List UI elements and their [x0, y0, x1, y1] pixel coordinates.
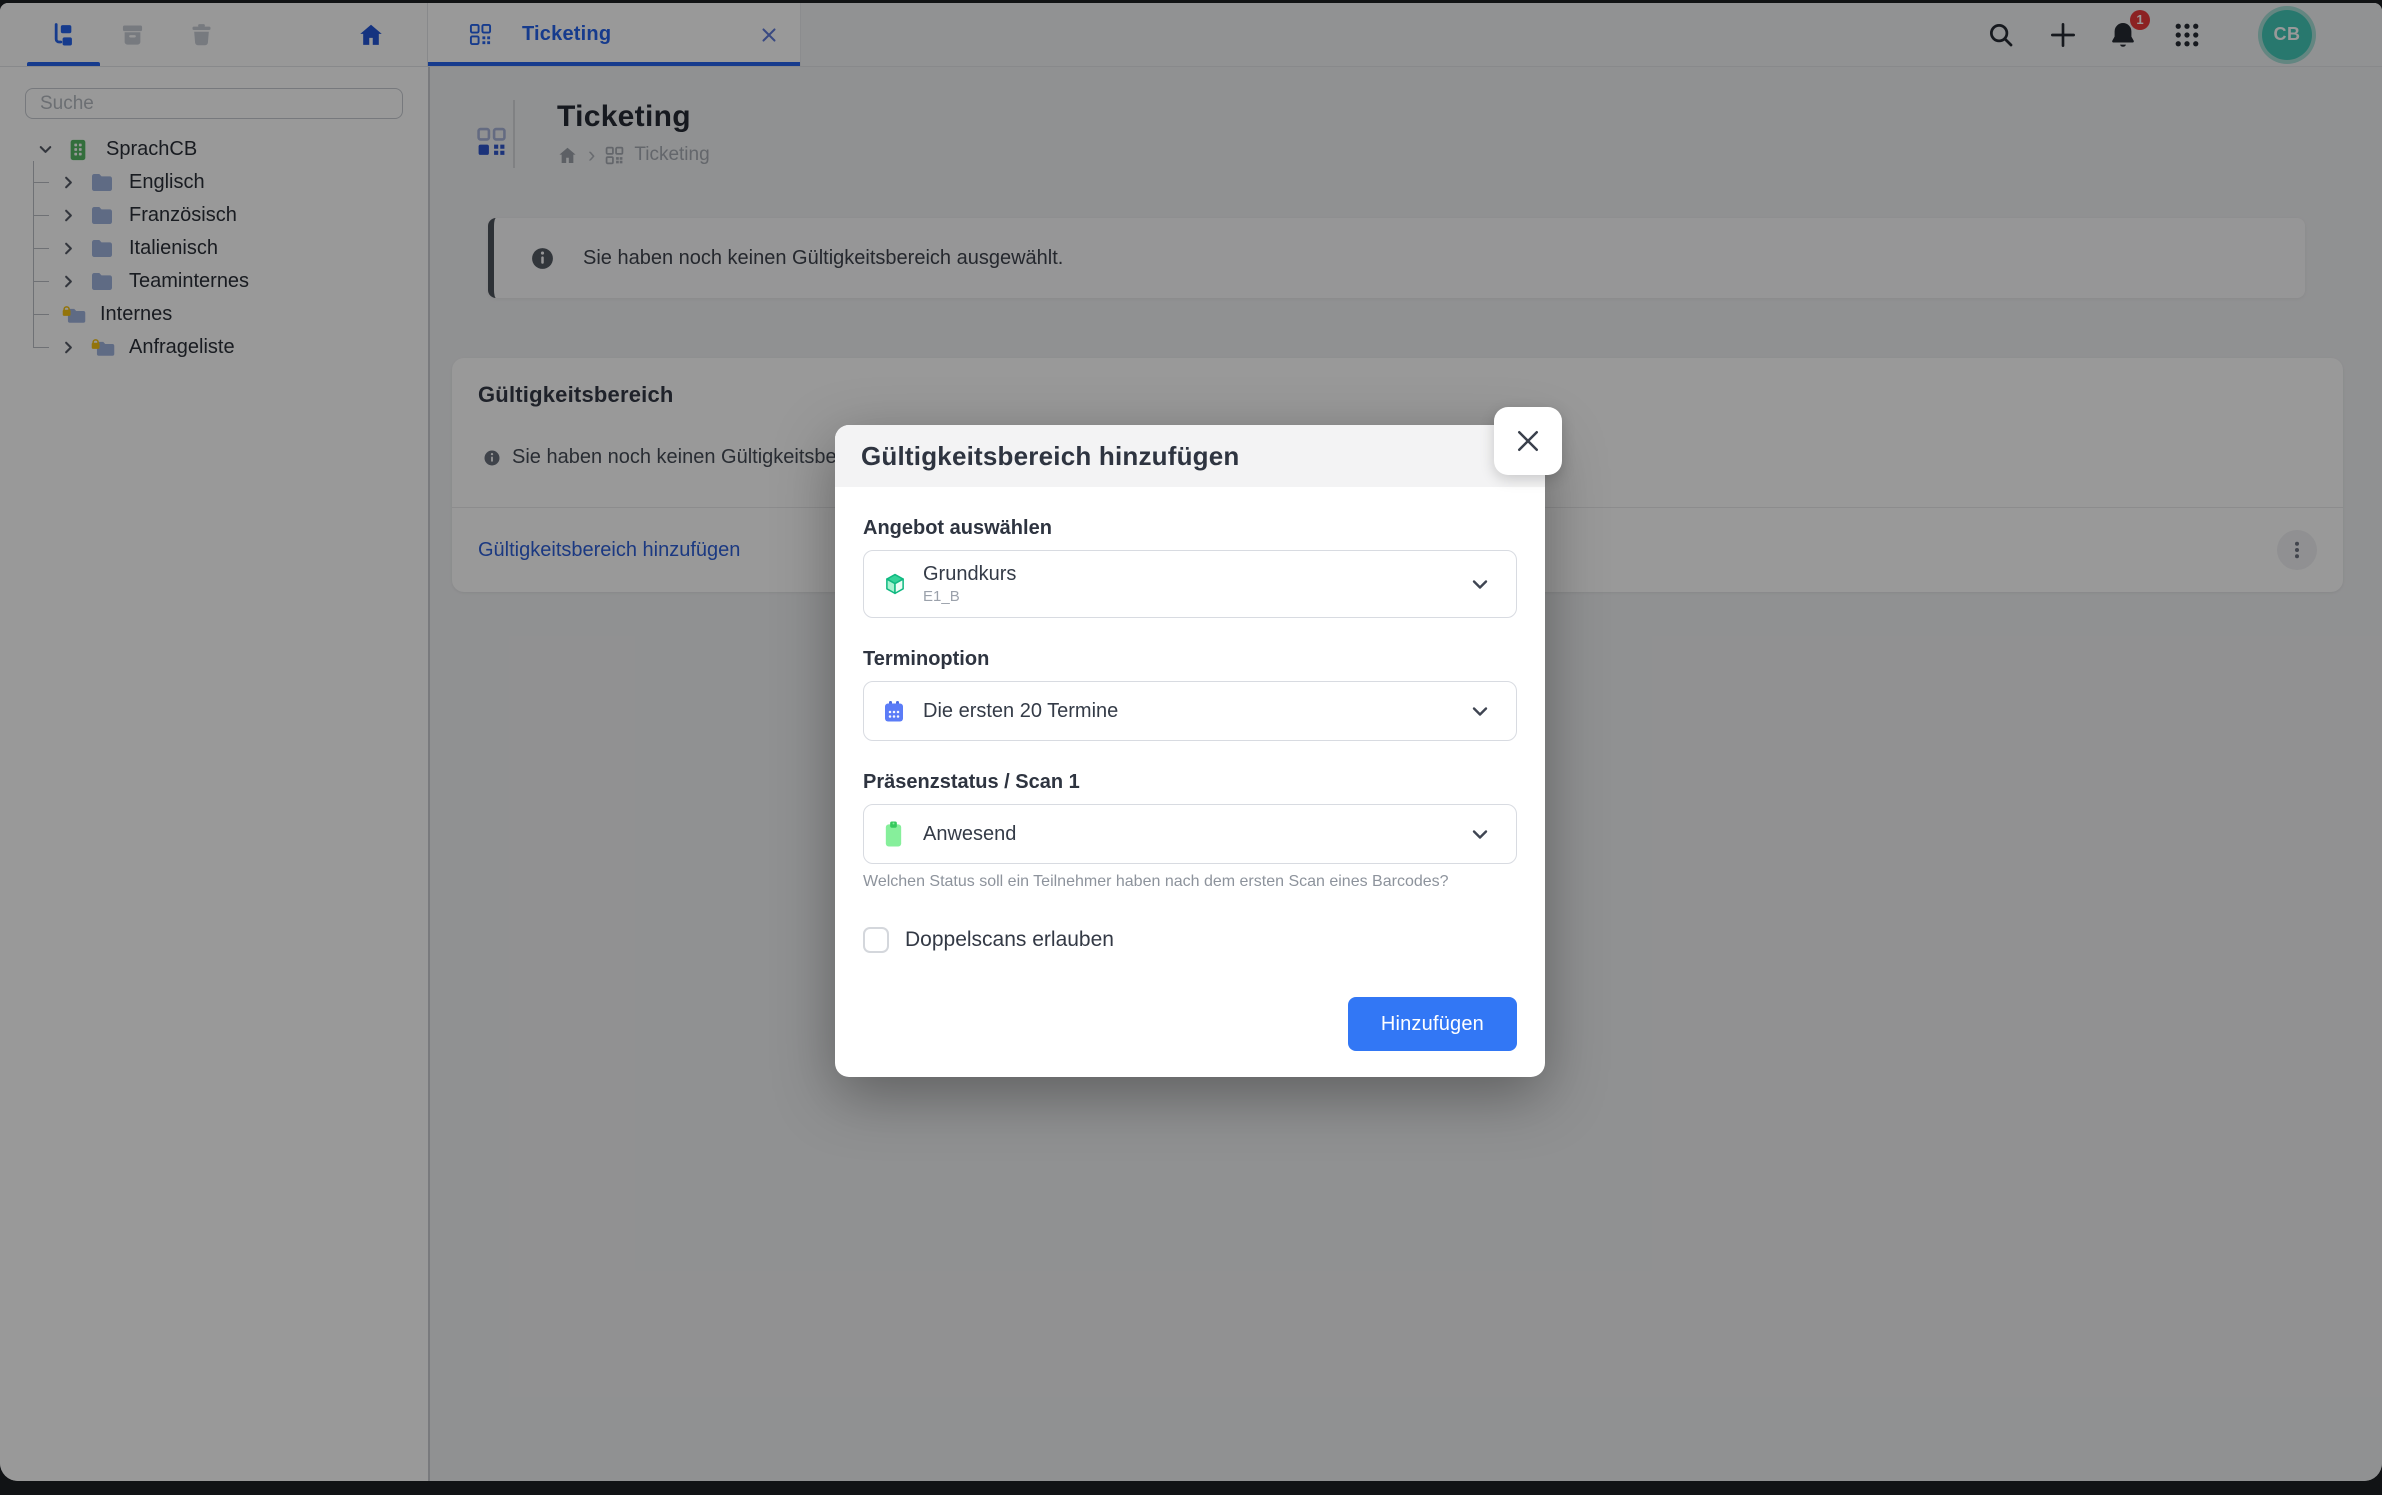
checkbox-label: Doppelscans erlauben: [905, 928, 1114, 952]
modal-close-button[interactable]: [1494, 407, 1562, 475]
package-cube-icon: [882, 571, 908, 598]
offer-select-value: Grundkurs: [923, 563, 1016, 586]
field-label-date-option: Terminoption: [863, 648, 1517, 671]
modal-title: Gültigkeitsbereich hinzufügen: [861, 441, 1240, 472]
date-option-select-value: Die ersten 20 Termine: [923, 700, 1118, 723]
presence-status-select[interactable]: Anwesend: [863, 804, 1517, 864]
presence-status-helper-text: Welchen Status soll ein Teilnehmer haben…: [863, 873, 1517, 891]
chevron-down-icon: [1468, 699, 1492, 723]
date-option-select[interactable]: Die ersten 20 Termine: [863, 681, 1517, 741]
calendar-icon: [882, 699, 908, 724]
offer-select[interactable]: Grundkurs E1_B: [863, 550, 1517, 618]
clipboard-icon: [882, 819, 908, 849]
allow-double-scans-checkbox[interactable]: [863, 927, 889, 953]
chevron-down-icon: [1468, 822, 1492, 846]
modal-body: Angebot auswählen Grundkurs E1_B: [835, 517, 1545, 1077]
field-label-presence-status: Präsenzstatus / Scan 1: [863, 771, 1517, 794]
allow-double-scans-option[interactable]: Doppelscans erlauben: [863, 927, 1517, 953]
presence-status-select-value: Anwesend: [923, 823, 1016, 846]
add-validity-scope-modal: Gültigkeitsbereich hinzufügen Angebot au…: [835, 425, 1545, 1077]
offer-select-subtitle: E1_B: [923, 588, 1016, 605]
modal-header: Gültigkeitsbereich hinzufügen: [835, 425, 1545, 487]
screen: Ticketing: [0, 0, 2382, 1495]
submit-button[interactable]: Hinzufügen: [1348, 997, 1517, 1051]
field-label-offer: Angebot auswählen: [863, 517, 1517, 540]
chevron-down-icon: [1468, 572, 1492, 596]
